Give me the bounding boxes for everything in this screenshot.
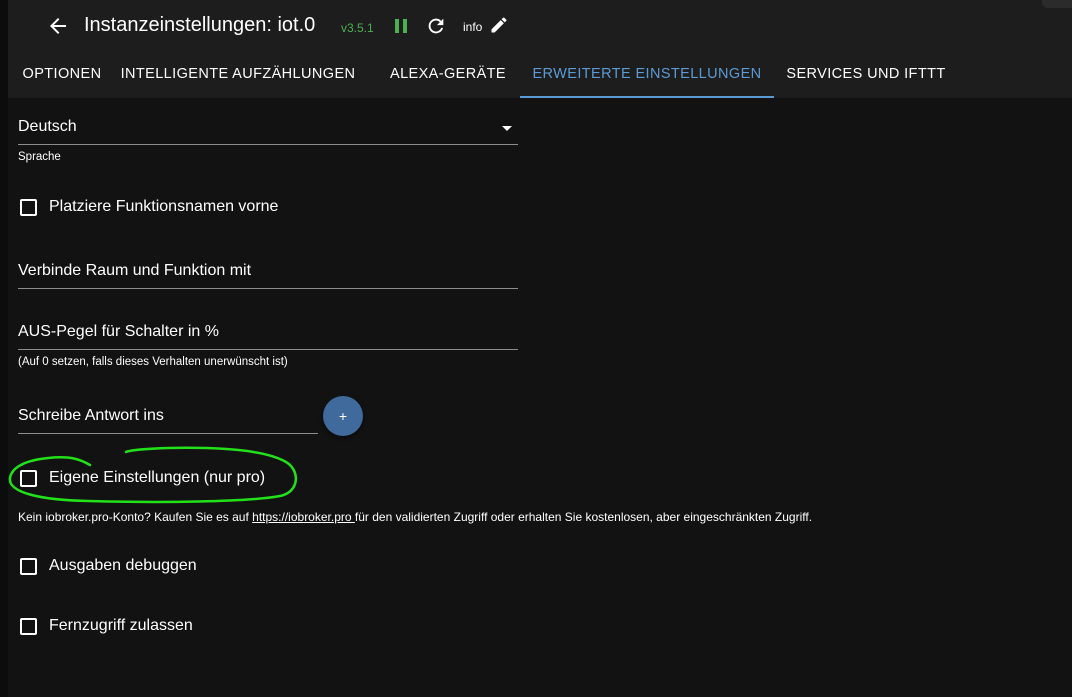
version-label: v3.5.1 xyxy=(341,21,374,35)
arrow-left-icon xyxy=(50,18,66,34)
tab-erweiterte-einstellungen[interactable]: ERWEITERTE EINSTELLUNGEN xyxy=(520,52,774,98)
back-button[interactable] xyxy=(44,12,72,40)
response-label: Schreibe Antwort ins xyxy=(18,407,164,424)
concatenate-label: Verbinde Raum und Funktion mit xyxy=(18,262,252,279)
pause-icon xyxy=(395,19,407,33)
response-input[interactable]: Schreibe Antwort ins xyxy=(18,407,318,434)
tab-bar: OPTIONEN INTELLIGENTE AUFZÄHLUNGEN ALEXA… xyxy=(8,52,1072,98)
add-button[interactable]: + xyxy=(323,396,363,436)
language-select[interactable]: Deutsch xyxy=(18,118,518,145)
concatenate-input[interactable]: Verbinde Raum und Funktion mit xyxy=(18,262,518,289)
pro-note-before: Kein iobroker.pro-Konto? Kaufen Sie es a… xyxy=(18,510,253,524)
info-label: info xyxy=(463,20,483,34)
checkbox-box[interactable] xyxy=(20,557,37,575)
checkbox-box[interactable] xyxy=(20,617,37,635)
off-level-helper: (Auf 0 setzen, falls dieses Verhalten un… xyxy=(18,356,288,368)
reload-icon xyxy=(428,18,444,34)
debug-checkbox[interactable]: Ausgaben debuggen xyxy=(20,554,197,578)
language-helper: Sprache xyxy=(18,151,61,163)
remote-access-label: Fernzugriff zulassen xyxy=(49,617,193,634)
tab-intelligente-aufzaehlungen[interactable]: INTELLIGENTE AUFZÄHLUNGEN xyxy=(116,52,360,98)
checkbox-box[interactable] xyxy=(20,198,37,216)
pencil-icon xyxy=(491,17,507,33)
off-level-label: AUS-Pegel für Schalter in % xyxy=(18,323,219,340)
remote-access-checkbox[interactable]: Fernzugriff zulassen xyxy=(20,614,193,638)
iobroker-pro-link[interactable]: https://iobroker.pro xyxy=(252,510,355,524)
app-bar: Instanzeinstellungen: iot.0 v3.5.1 info xyxy=(8,0,1072,52)
pro-note-after: für den validierten Zugriff oder erhalte… xyxy=(354,510,813,524)
edit-button[interactable] xyxy=(489,15,511,37)
tab-services-und-ifttt[interactable]: SERVICES UND IFTTT xyxy=(774,52,958,98)
reload-button[interactable] xyxy=(425,15,447,37)
checkbox-box[interactable] xyxy=(20,469,37,487)
tab-alexa-geraete[interactable]: ALEXA-GERÄTE xyxy=(376,52,520,98)
custom-settings-label: Eigene Einstellungen (nur pro) xyxy=(49,469,266,486)
language-value: Deutsch xyxy=(18,118,77,135)
tab-optionen[interactable]: OPTIONEN xyxy=(8,52,116,98)
app-window: Instanzeinstellungen: iot.0 v3.5.1 info … xyxy=(8,0,1072,697)
function-first-checkbox[interactable]: Platziere Funktionsnamen vorne xyxy=(20,195,278,219)
function-first-label: Platziere Funktionsnamen vorne xyxy=(49,198,279,215)
page-title: Instanzeinstellungen: iot.0 xyxy=(84,14,316,36)
debug-label: Ausgaben debuggen xyxy=(49,557,197,574)
dropdown-arrow-icon xyxy=(502,126,512,131)
window-corner xyxy=(1042,0,1072,8)
custom-settings-checkbox[interactable]: Eigene Einstellungen (nur pro) xyxy=(20,466,265,490)
off-level-input[interactable]: AUS-Pegel für Schalter in % xyxy=(18,323,518,350)
pro-account-note: Kein iobroker.pro-Konto? Kaufen Sie es a… xyxy=(18,510,812,524)
pause-button[interactable] xyxy=(392,15,412,37)
